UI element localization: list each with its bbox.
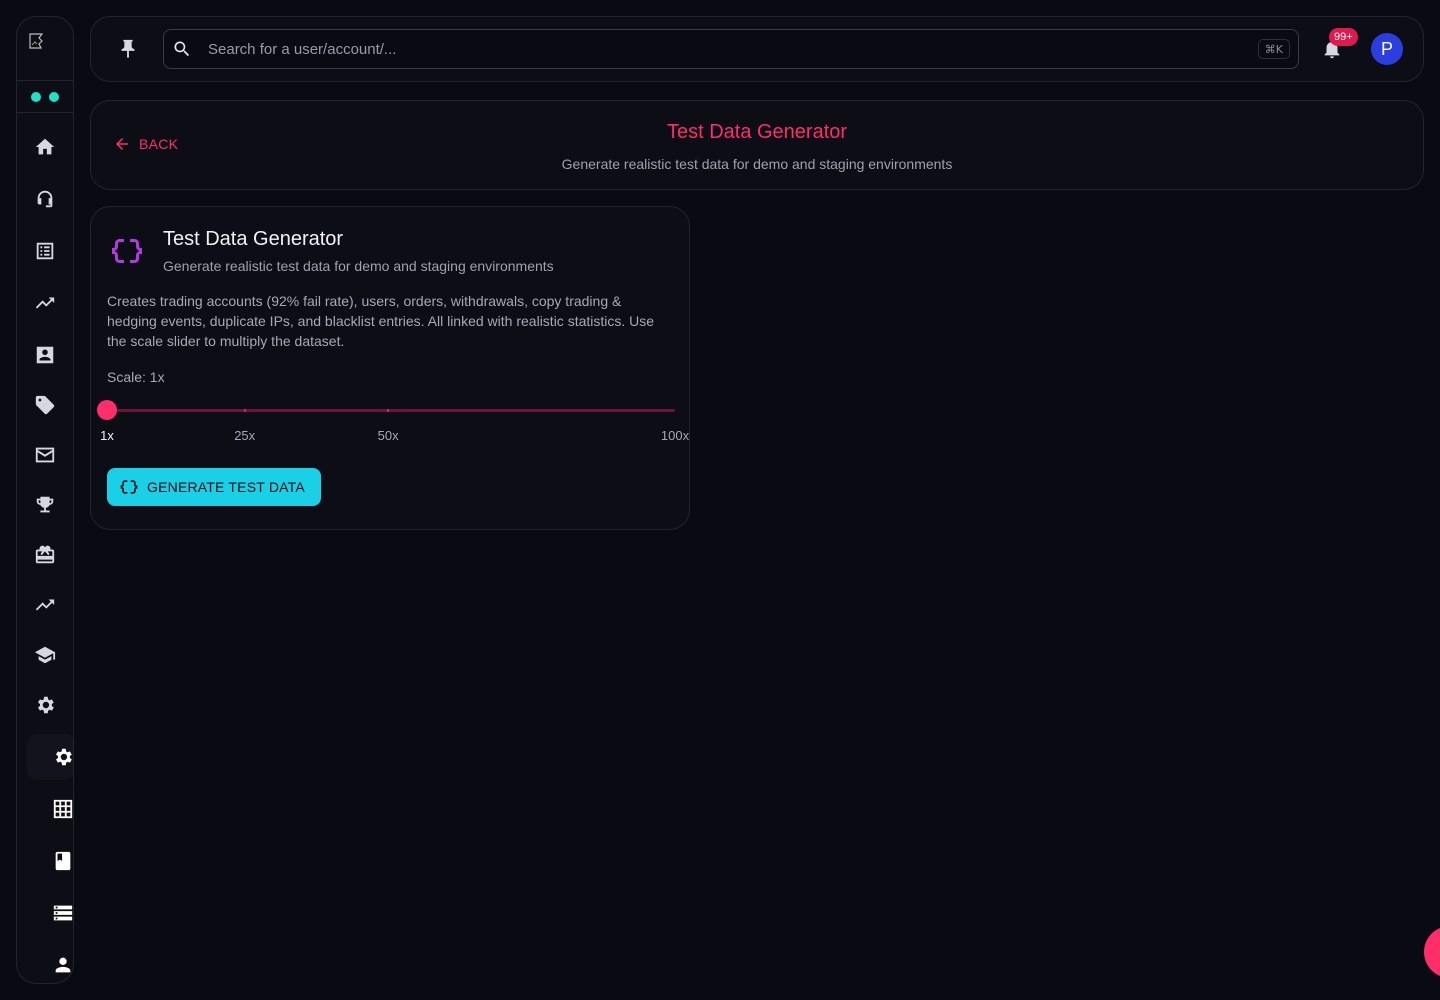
storage-icon xyxy=(53,905,73,921)
status-dot xyxy=(49,91,59,102)
person-icon xyxy=(55,957,71,973)
support-agent-icon xyxy=(37,190,53,208)
slider-mark-label[interactable]: 50x xyxy=(378,428,399,443)
sidebar-subitem-settings[interactable] xyxy=(51,745,73,769)
sidebar-item-gifts[interactable] xyxy=(33,543,57,567)
trending-up-icon xyxy=(35,599,55,611)
data-object-icon xyxy=(109,233,145,269)
generate-test-data-button[interactable]: GENERATE TEST DATA xyxy=(107,468,321,506)
page-subtitle: Generate realistic test data for demo an… xyxy=(561,156,953,172)
sidebar-item-support[interactable] xyxy=(33,187,57,211)
grid-icon xyxy=(53,799,73,819)
home-icon xyxy=(35,138,55,155)
sidebar-item-trending[interactable] xyxy=(33,291,57,315)
sidebar-item-trophy[interactable] xyxy=(33,493,57,517)
avatar[interactable]: P xyxy=(1371,33,1403,65)
top-bar: ⌘K 99+ P xyxy=(90,16,1424,82)
status-dots xyxy=(17,81,73,113)
sidebar-item-mail[interactable] xyxy=(33,443,57,467)
sidebar-item-list[interactable] xyxy=(33,239,57,263)
book-icon xyxy=(55,851,71,871)
gift-card-icon xyxy=(35,545,55,564)
slider-mark-label[interactable]: 100x xyxy=(661,428,689,443)
floating-action-button[interactable] xyxy=(1424,926,1440,978)
sidebar-item-settings[interactable] xyxy=(33,693,57,717)
pin-button[interactable] xyxy=(117,38,139,60)
notification-badge: 99+ xyxy=(1329,28,1358,46)
sidebar-item-analytics[interactable] xyxy=(33,593,57,617)
sidebar-subitem-storage[interactable] xyxy=(51,901,73,925)
slider-mark-dot xyxy=(387,409,390,412)
sidebar-subitem-book[interactable] xyxy=(51,849,73,873)
slider-mark-label[interactable]: 1x xyxy=(100,428,114,443)
generator-title: Test Data Generator xyxy=(163,228,344,250)
scale-slider-thumb[interactable] xyxy=(97,400,117,420)
sidebar-item-education[interactable] xyxy=(33,643,57,667)
sidebar xyxy=(16,16,74,984)
scale-slider-track[interactable] xyxy=(107,409,675,412)
list-icon xyxy=(36,242,54,260)
tag-icon xyxy=(35,395,55,415)
pin-icon xyxy=(121,39,135,59)
data-object-icon xyxy=(120,480,138,494)
generator-subtitle: Generate realistic test data for demo an… xyxy=(163,258,554,274)
trending-up-icon xyxy=(35,297,55,309)
contact-card-icon xyxy=(36,346,54,364)
page-header: BACK Test Data Generator Generate realis… xyxy=(90,100,1424,190)
sidebar-subitem-profile[interactable] xyxy=(51,953,73,977)
school-icon xyxy=(34,646,56,664)
search-input[interactable] xyxy=(208,30,1248,68)
sidebar-subitem-grid[interactable] xyxy=(51,797,73,821)
status-dot xyxy=(31,91,41,102)
trophy-icon xyxy=(36,496,54,513)
settings-icon xyxy=(38,696,54,714)
logo[interactable] xyxy=(17,17,73,81)
settings-icon xyxy=(56,748,72,766)
shortcut-hint: ⌘K xyxy=(1257,39,1290,59)
broken-image-icon xyxy=(29,33,44,49)
slider-mark-label[interactable]: 25x xyxy=(234,428,255,443)
search-box: ⌘K xyxy=(163,29,1299,69)
slider-mark-dot xyxy=(243,409,246,412)
page-title: Test Data Generator xyxy=(666,121,848,143)
generator-card: Test Data Generator Generate realistic t… xyxy=(90,206,690,530)
generate-button-label: GENERATE TEST DATA xyxy=(147,479,305,495)
sidebar-item-home[interactable] xyxy=(33,135,57,159)
generator-description: Creates trading accounts (92% fail rate)… xyxy=(107,293,655,349)
sidebar-item-tags[interactable] xyxy=(33,393,57,417)
mail-icon xyxy=(35,447,55,463)
sidebar-item-contacts[interactable] xyxy=(33,343,57,367)
scale-label: Scale: 1x xyxy=(107,369,165,385)
search-icon xyxy=(172,39,192,59)
